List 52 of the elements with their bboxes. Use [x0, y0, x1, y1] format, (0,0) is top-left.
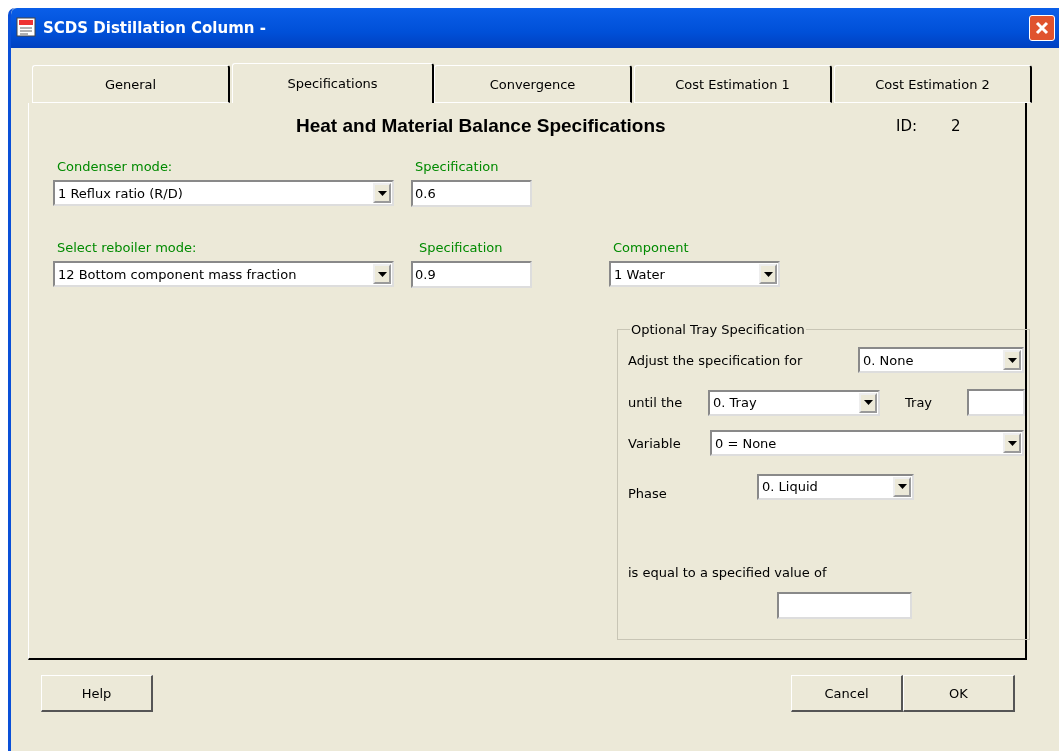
- help-button[interactable]: Help: [41, 675, 153, 712]
- field-label: Component: [613, 240, 690, 256]
- section-heading: Heat and Material Balance Specifications: [296, 115, 667, 137]
- dropdown[interactable]: 0 = None: [710, 430, 1024, 456]
- input-field[interactable]: 0.9: [411, 261, 532, 288]
- tab[interactable]: Cost Estimation 1: [634, 65, 832, 103]
- caret-icon: [377, 271, 387, 277]
- caret-icon: [897, 484, 907, 489]
- field-label: Tray: [905, 395, 934, 410]
- document-icon: [15, 17, 37, 39]
- field-label: until the: [628, 395, 684, 410]
- window-title: SCDS Distillation Column -: [43, 19, 267, 37]
- input-field[interactable]: [967, 389, 1025, 416]
- tab[interactable]: Specifications: [232, 63, 434, 103]
- field-label: Specification: [415, 159, 500, 175]
- tab[interactable]: Cost Estimation 2: [834, 65, 1032, 103]
- cancel-button[interactable]: Cancel: [791, 675, 903, 712]
- dropdown[interactable]: 1 Water: [609, 261, 780, 287]
- tab[interactable]: Convergence: [434, 65, 632, 103]
- dropdown[interactable]: 0. None: [858, 347, 1024, 373]
- dropdown[interactable]: 0. Liquid: [757, 473, 914, 500]
- caret-icon: [1007, 440, 1017, 446]
- close-button[interactable]: [1029, 15, 1055, 41]
- field-label: is equal to a specified value of: [628, 565, 828, 580]
- caret-icon: [763, 271, 773, 277]
- input-field[interactable]: 0.6: [411, 180, 532, 207]
- dropdown-button[interactable]: [893, 476, 911, 497]
- close-icon: [1035, 21, 1049, 35]
- dropdown-button[interactable]: [1003, 350, 1021, 370]
- field-label: Specification: [419, 240, 504, 256]
- dropdown-button[interactable]: [759, 264, 777, 284]
- field-label: Variable: [628, 435, 682, 451]
- dropdown-button[interactable]: [373, 264, 391, 284]
- field-label: Select reboiler mode:: [57, 240, 198, 256]
- field-label: Phase: [628, 486, 668, 501]
- ok-button[interactable]: OK: [903, 675, 1015, 712]
- caret-icon: [377, 190, 387, 196]
- group-title: Optional Tray Specification: [630, 322, 806, 337]
- dropdown-button[interactable]: [859, 392, 877, 413]
- dropdown-button[interactable]: [373, 183, 391, 203]
- id-label: ID:: [896, 117, 919, 135]
- caret-icon: [863, 400, 873, 405]
- field-label: Condenser mode:: [57, 159, 174, 175]
- input-field[interactable]: [777, 592, 912, 619]
- dropdown[interactable]: 0. Tray: [708, 389, 880, 416]
- dropdown[interactable]: 12 Bottom component mass fraction: [53, 261, 394, 287]
- tab[interactable]: General: [32, 65, 230, 103]
- dropdown-button[interactable]: [1003, 433, 1021, 453]
- dropdown[interactable]: 1 Reflux ratio (R/D): [53, 180, 394, 206]
- field-label: Adjust the specification for: [628, 352, 804, 368]
- caret-icon: [1007, 357, 1017, 363]
- id-value: 2: [951, 117, 961, 135]
